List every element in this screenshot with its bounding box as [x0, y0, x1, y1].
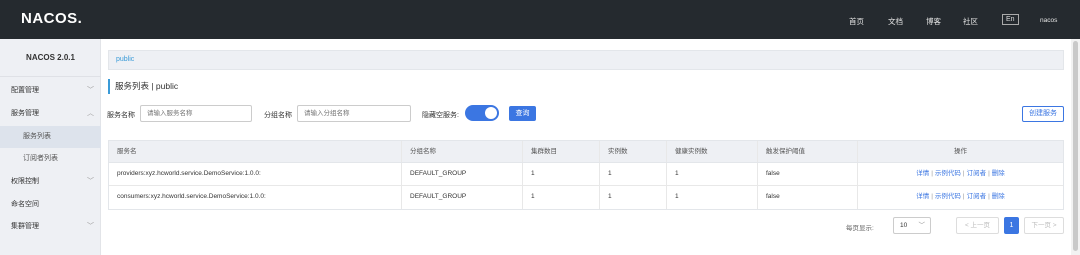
protection-threshold-cell: false [758, 186, 858, 209]
page-title: 服务列表 | public [108, 79, 178, 94]
instance-count-cell: 1 [600, 186, 667, 209]
details-link[interactable]: 详情 [916, 170, 929, 177]
operations-cell: 详情 | 示例代码 | 订阅者 | 删除 [858, 163, 1063, 185]
nacos-logo[interactable]: NACOS. [21, 10, 82, 27]
instance-count-cell: 1 [600, 163, 667, 185]
cluster-count-cell: 1 [523, 186, 600, 209]
scrollbar-thumb[interactable] [1073, 41, 1078, 251]
details-link[interactable]: 详情 [916, 193, 929, 200]
group-name-cell: DEFAULT_GROUP [402, 163, 523, 185]
sidebar-item-namespace[interactable]: 命名空间 [0, 194, 101, 216]
chevron-down-icon: ﹀ [87, 178, 94, 185]
prev-page-button[interactable]: < 上一页 [956, 217, 999, 234]
group-name-label: 分组名称 [264, 112, 292, 119]
service-table: 服务名 分组名称 集群数目 实例数 健康实例数 触发保护阈值 操作 provid… [108, 140, 1064, 210]
sidebar: NACOS 2.0.1 配置管理 ﹀ 服务管理 ︿ 服务列表 订阅者列表 权限控… [0, 39, 101, 255]
column-header-protection-threshold: 触发保护阈值 [758, 141, 858, 162]
column-header-service-name: 服务名 [109, 141, 402, 162]
separator: | [988, 193, 990, 200]
chevron-down-icon: ﹀ [87, 87, 94, 94]
table-row: providers:xyz.hcworld.service.DemoServic… [109, 163, 1063, 186]
sidebar-item-label: 集群管理 [11, 223, 39, 230]
column-header-group-name: 分组名称 [402, 141, 523, 162]
separator: | [931, 170, 933, 177]
sidebar-title: NACOS 2.0.1 [0, 39, 101, 77]
cluster-count-cell: 1 [523, 163, 600, 185]
column-header-healthy-instance-count: 健康实例数 [667, 141, 758, 162]
sidebar-item-label: 配置管理 [11, 87, 39, 94]
sidebar-item-label: 订阅者列表 [23, 155, 58, 162]
protection-threshold-cell: false [758, 163, 858, 185]
chevron-down-icon: ﹀ [918, 222, 926, 229]
next-page-button[interactable]: 下一页 > [1024, 217, 1064, 234]
healthy-instance-count-cell: 1 [667, 163, 758, 185]
sidebar-item-subscriber-list[interactable]: 订阅者列表 [0, 148, 101, 170]
table-row: consumers:xyz.hcworld.service.DemoServic… [109, 186, 1063, 209]
operations-cell: 详情 | 示例代码 | 订阅者 | 删除 [858, 186, 1063, 209]
create-service-button[interactable]: 创建服务 [1022, 106, 1064, 122]
sidebar-item-config-management[interactable]: 配置管理 ﹀ [0, 80, 101, 102]
sample-code-link[interactable]: 示例代码 [935, 193, 961, 200]
chevron-up-icon: ︿ [87, 110, 94, 117]
query-button[interactable]: 查询 [509, 106, 536, 121]
sidebar-item-service-list[interactable]: 服务列表 [0, 126, 101, 148]
hide-empty-services-label: 隐藏空服务: [422, 112, 459, 119]
subscribers-link[interactable]: 订阅者 [967, 193, 987, 200]
sidebar-item-label: 命名空间 [11, 201, 39, 208]
main-content: public 服务列表 | public 服务名称 分组名称 隐藏空服务: 查询… [101, 39, 1080, 255]
namespace-bar: public [108, 50, 1064, 70]
group-name-input[interactable] [297, 105, 411, 122]
delete-link[interactable]: 删除 [992, 170, 1005, 177]
top-navbar: NACOS. 首页 文档 博客 社区 En nacos [0, 0, 1080, 39]
page-number-button[interactable]: 1 [1004, 217, 1019, 234]
toggle-knob [485, 107, 497, 119]
service-name-cell: consumers:xyz.hcworld.service.DemoServic… [109, 186, 402, 209]
namespace-tab-public[interactable]: public [116, 56, 134, 63]
sidebar-item-cluster-management[interactable]: 集群管理 ﹀ [0, 216, 101, 238]
service-name-input[interactable] [140, 105, 252, 122]
column-header-instance-count: 实例数 [600, 141, 667, 162]
subscribers-link[interactable]: 订阅者 [967, 170, 987, 177]
chevron-down-icon: ﹀ [87, 223, 94, 230]
sidebar-item-label: 权限控制 [11, 178, 39, 185]
sample-code-link[interactable]: 示例代码 [935, 170, 961, 177]
group-name-cell: DEFAULT_GROUP [402, 186, 523, 209]
table-header: 服务名 分组名称 集群数目 实例数 健康实例数 触发保护阈值 操作 [109, 141, 1063, 163]
service-name-cell: providers:xyz.hcworld.service.DemoServic… [109, 163, 402, 185]
separator: | [962, 193, 965, 200]
separator: | [962, 170, 965, 177]
delete-link[interactable]: 删除 [992, 193, 1005, 200]
column-header-cluster-count: 集群数目 [523, 141, 600, 162]
sidebar-item-access-control[interactable]: 权限控制 ﹀ [0, 171, 101, 193]
column-header-operations: 操作 [954, 148, 967, 155]
hide-empty-services-toggle[interactable] [465, 105, 499, 121]
separator: | [931, 193, 933, 200]
healthy-instance-count-cell: 1 [667, 186, 758, 209]
language-switch-button[interactable]: En [1002, 14, 1019, 25]
user-menu[interactable]: nacos [1040, 17, 1057, 24]
vertical-scrollbar[interactable] [1071, 39, 1080, 255]
nav-home-link[interactable]: 首页 [849, 16, 864, 27]
sidebar-item-label: 服务列表 [23, 133, 51, 140]
separator: | [988, 170, 990, 177]
page-size-value: 10 [900, 222, 908, 229]
nav-blog-link[interactable]: 博客 [926, 16, 941, 27]
nav-community-link[interactable]: 社区 [963, 16, 978, 27]
service-name-label: 服务名称 [107, 112, 135, 119]
page-size-select[interactable]: 10 ﹀ [893, 217, 931, 234]
sidebar-item-label: 服务管理 [11, 110, 39, 117]
page-size-label: 每页显示: [846, 225, 874, 232]
sidebar-item-service-management[interactable]: 服务管理 ︿ [0, 103, 101, 125]
nav-docs-link[interactable]: 文档 [888, 16, 903, 27]
